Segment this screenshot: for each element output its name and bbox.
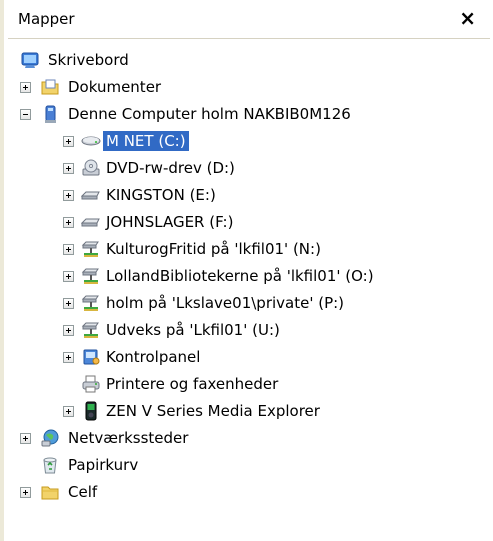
expand-icon[interactable]	[63, 406, 74, 417]
network-drive-icon	[81, 320, 101, 340]
tree-item-label: Printere og faxenheder	[106, 375, 279, 393]
pane-header: Mapper ×	[8, 0, 490, 39]
collapse-icon[interactable]	[20, 109, 31, 120]
tree-item-label: holm på 'Lkslave01\private' (P:)	[106, 294, 345, 312]
expand-icon[interactable]	[63, 217, 74, 228]
tree-item-label: M NET (C:)	[103, 131, 189, 151]
expand-icon[interactable]	[63, 163, 74, 174]
tree-item-label: Kontrolpanel	[106, 348, 201, 366]
tree-item-label: ZEN V Series Media Explorer	[106, 402, 320, 420]
expand-icon[interactable]	[20, 433, 31, 444]
media-player-icon	[81, 401, 101, 421]
tree-item-label: Skrivebord	[48, 51, 129, 69]
expand-icon[interactable]	[63, 271, 74, 282]
desktop-icon	[20, 50, 40, 70]
computer-icon	[40, 104, 60, 124]
tree-item-label: DVD-rw-drev (D:)	[106, 159, 235, 177]
expand-icon[interactable]	[63, 325, 74, 336]
tree-item-label: Dokumenter	[68, 78, 162, 96]
removable-drive-icon	[81, 185, 101, 205]
expand-icon[interactable]	[63, 298, 74, 309]
expand-icon[interactable]	[63, 244, 74, 255]
tree-item-label: Celf	[68, 483, 98, 501]
expand-icon[interactable]	[63, 136, 74, 147]
tree-item-label: Papirkurv	[68, 456, 139, 474]
expand-icon[interactable]	[63, 352, 74, 363]
printer-icon	[81, 374, 101, 394]
network-drive-icon	[81, 239, 101, 259]
tree-item-label: JOHNSLAGER (F:)	[106, 213, 234, 231]
pane-title: Mapper	[18, 10, 75, 28]
close-icon[interactable]: ×	[459, 6, 476, 30]
network-drive-icon	[81, 293, 101, 313]
control-panel-icon	[81, 347, 101, 367]
tree-item-label: Netværkssteder	[68, 429, 189, 447]
folder-documents-icon	[40, 77, 60, 97]
folders-pane: Mapper × Skrivebord Dokumenter Denne Com…	[0, 0, 493, 541]
recycle-bin-icon	[40, 455, 60, 475]
expand-icon[interactable]	[20, 487, 31, 498]
expand-icon[interactable]	[20, 82, 31, 93]
removable-drive-icon	[81, 212, 101, 232]
dvd-drive-icon	[81, 158, 101, 178]
tree-item-label: LollandBibliotekerne på 'lkfil01' (O:)	[106, 267, 374, 285]
network-places-icon	[40, 428, 60, 448]
expand-icon[interactable]	[63, 190, 74, 201]
tree-item-label: KINGSTON (E:)	[106, 186, 216, 204]
hard-drive-icon	[81, 131, 101, 151]
tree-item-label: Denne Computer holm NAKBIB0M126	[68, 105, 351, 123]
network-drive-icon	[81, 266, 101, 286]
tree-item-label: KulturogFritid på 'lkfil01' (N:)	[106, 240, 321, 258]
folder-icon	[40, 482, 60, 502]
tree-item-label: Udveks på 'Lkfil01' (U:)	[106, 321, 280, 339]
